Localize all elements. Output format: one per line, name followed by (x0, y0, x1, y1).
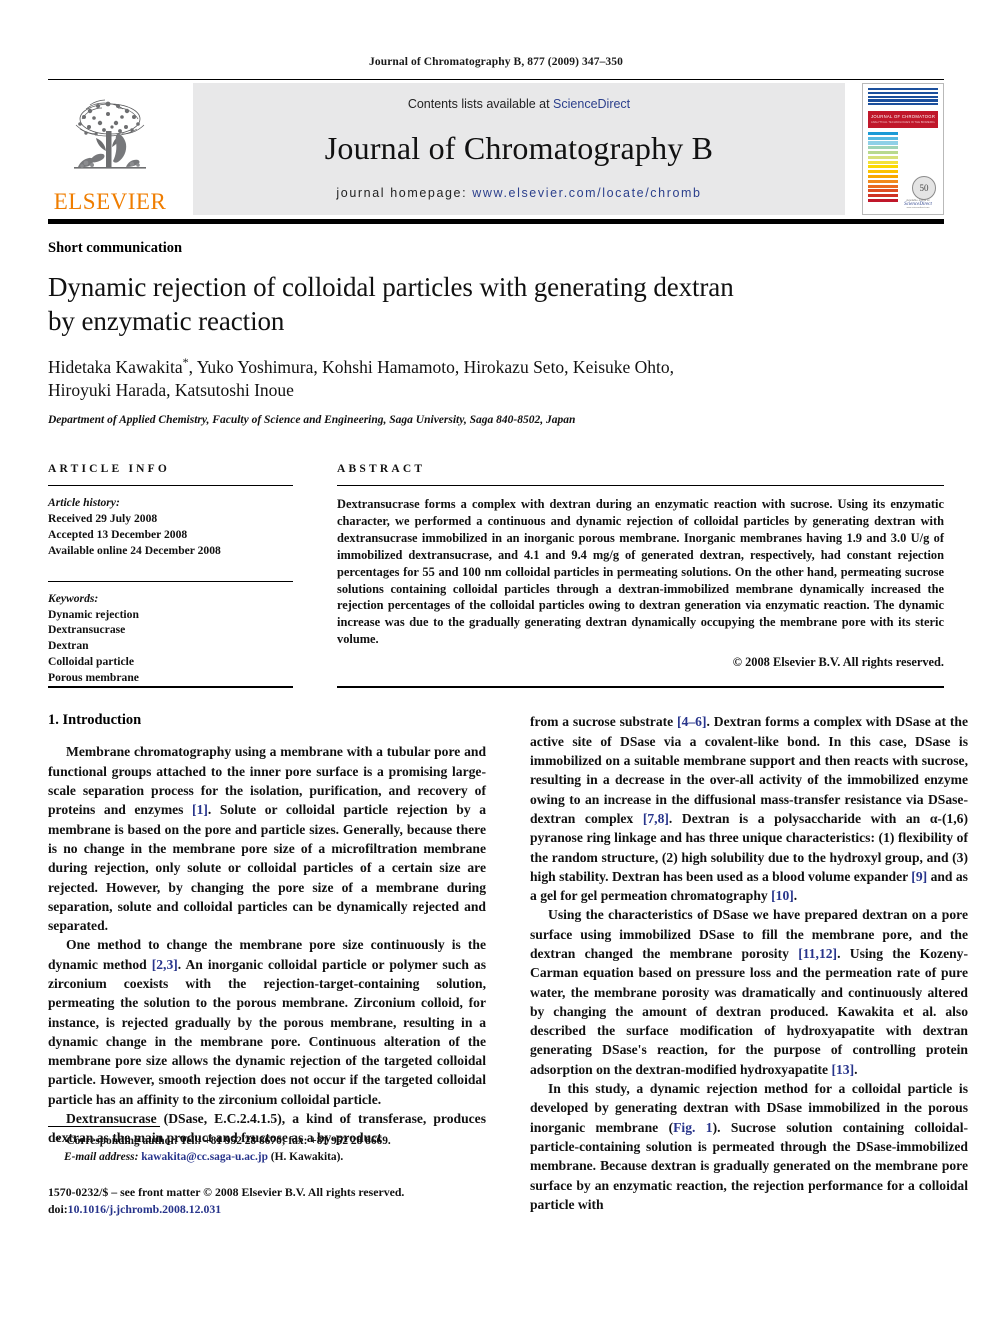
article-history-online: Available online 24 December 2008 (48, 543, 221, 557)
paragraph-text: In this study, a dynamic rejection metho… (530, 1081, 968, 1212)
paragraph-text: Using the characteristics of DSase we ha… (530, 907, 969, 1077)
paragraph-text: One method to change the membrane pore s… (48, 937, 486, 1107)
doi-link[interactable]: 10.1016/j.jchromb.2008.12.031 (68, 1202, 221, 1216)
abstract-rule-bottom (337, 686, 944, 689)
cover-sciencedirect-mark: Available online at ScienceDirect www.sc… (899, 199, 937, 209)
article-info-column: ARTICLE INFO Article history: Received 2… (48, 463, 293, 687)
elsevier-logo: ELSEVIER (48, 83, 172, 215)
abstract-rule-top (337, 484, 944, 486)
journal-masthead: ELSEVIER Contents lists available at Sci… (48, 83, 944, 215)
cover-red-band: JOURNAL OF CHROMATOGRAPHY B ANALYTICAL T… (868, 110, 938, 128)
colophon: 1570-0232/$ – see front matter © 2008 El… (48, 1184, 486, 1217)
cover-sd-url: www.sciencedirect.com (906, 207, 930, 209)
title-line-1: Dynamic rejection of colloidal particles… (48, 272, 734, 302)
sciencedirect-link[interactable]: ScienceDirect (553, 97, 630, 111)
journal-title: Journal of Chromatography B (324, 129, 714, 166)
keywords-label: Keywords: (48, 591, 99, 605)
issn-line: 1570-0232/$ – see front matter © 2008 El… (48, 1185, 405, 1200)
abstract-copyright: © 2008 Elsevier B.V. All rights reserved… (732, 655, 944, 670)
abstract-column: ABSTRACT Dextransucrase forms a complex … (337, 463, 944, 687)
paragraph: Using the characteristics of DSase we ha… (530, 905, 968, 1079)
abstract-text: Dextransucrase forms a complex with dext… (337, 496, 944, 647)
paragraph-text: Membrane chromatography using a membrane… (48, 744, 486, 934)
homepage-prefix: journal homepage: (336, 186, 473, 200)
author-first: Hidetaka Kawakita (48, 356, 183, 377)
anniversary-badge: 50 (912, 175, 936, 200)
keyword-item: Dynamic rejection (48, 607, 139, 621)
article-body: 1. Introduction Membrane chromatography … (48, 712, 968, 1217)
info-abstract-block: ARTICLE INFO Article history: Received 2… (48, 463, 944, 687)
keywords-block: Keywords: Dynamic rejection Dextransucra… (48, 591, 293, 687)
affiliation: Department of Applied Chemistry, Faculty… (48, 413, 576, 426)
journal-homepage-line: journal homepage: www.elsevier.com/locat… (336, 186, 701, 200)
footnote-block: * Corresponding author. Tel.: +81 952 28… (48, 1126, 486, 1217)
doi-label: doi: (48, 1201, 68, 1216)
keyword-item: Dextransucrase (48, 623, 126, 637)
paragraph: In this study, a dynamic rejection metho… (530, 1079, 968, 1214)
keyword-item: Colloidal particle (48, 655, 134, 669)
footnote-corresponding-text: Corresponding author. Tel.: +81 952 28 8… (66, 1135, 391, 1148)
paragraph: from a sucrose substrate [4–6]. Dextran … (530, 712, 968, 905)
author-list: Hidetaka Kawakita*, Yuko Yoshimura, Kohs… (48, 354, 944, 403)
article-history-label: Article history: (48, 495, 120, 509)
homepage-url-link[interactable]: www.elsevier.com/locate/chromb (472, 186, 701, 200)
elsevier-tree-icon (74, 99, 146, 169)
contents-lists-prefix: Contents lists available at (407, 97, 554, 111)
author-line-2: Hiroyuki Harada, Katsutoshi Inoue (48, 379, 294, 400)
page-title: Dynamic rejection of colloidal particles… (48, 271, 944, 339)
email-suffix: (H. Kawakita). (270, 1151, 344, 1164)
article-type: Short communication (48, 240, 183, 256)
article-info-rule-mid (48, 580, 293, 582)
masthead-top-rule (48, 79, 944, 80)
body-column-left: 1. Introduction Membrane chromatography … (48, 712, 486, 1217)
footnote-star: * (55, 1135, 61, 1148)
paper-page: Journal of Chromatography B, 877 (2009) … (0, 0, 992, 1323)
paragraph-text: from a sucrose substrate [4–6]. Dextran … (530, 714, 968, 904)
running-head: Journal of Chromatography B, 877 (2009) … (369, 56, 623, 68)
keyword-item: Porous membrane (48, 671, 139, 685)
paragraph: One method to change the membrane pore s… (48, 935, 486, 1109)
body-column-right: from a sucrose substrate [4–6]. Dextran … (530, 712, 968, 1217)
article-info-rule-top (48, 484, 293, 486)
email-note: E-mail address: kawakita@cc.saga-u.ac.jp… (48, 1150, 486, 1166)
author-rest-line-1: , Yuko Yoshimura, Kohshi Hamamoto, Hirok… (188, 356, 675, 377)
journal-cover-thumbnail: JOURNAL OF CHROMATOGRAPHY B ANALYTICAL T… (862, 83, 944, 215)
cover-body: 50 Available online at ScienceDirect www… (868, 131, 938, 210)
cover-title: JOURNAL OF CHROMATOGRAPHY B (871, 113, 935, 119)
contents-lists-line: Contents lists available at ScienceDirec… (408, 97, 630, 111)
cover-color-stripes (868, 131, 898, 210)
keyword-item: Dextran (48, 639, 89, 653)
section-heading-introduction: 1. Introduction (48, 712, 142, 729)
cover-top-bars (868, 88, 938, 107)
elsevier-wordmark: ELSEVIER (53, 189, 167, 214)
title-line-2: by enzymatic reaction (48, 305, 285, 336)
footnote-rule (48, 1126, 160, 1128)
email-link[interactable]: kawakita@cc.saga-u.ac.jp (141, 1151, 268, 1163)
doi-line: doi:10.1016/j.jchromb.2008.12.031 (48, 1201, 486, 1218)
article-info-rule-bottom (48, 686, 293, 689)
masthead-bottom-rule (48, 219, 944, 224)
corresponding-author-note: * Corresponding author. Tel.: +81 952 28… (48, 1134, 486, 1150)
article-history-received: Received 29 July 2008 (48, 511, 158, 525)
abstract-heading: ABSTRACT (337, 462, 426, 475)
cover-subtitle: ANALYTICAL TECHNOLOGIES IN THE BIOMEDICA… (871, 120, 935, 124)
paragraph: Membrane chromatography using a membrane… (48, 742, 486, 935)
journal-banner: Contents lists available at ScienceDirec… (193, 83, 845, 215)
info-abstract-bottom-rules (48, 686, 944, 689)
article-history-accepted: Accepted 13 December 2008 (48, 527, 188, 541)
article-info-heading: ARTICLE INFO (48, 462, 171, 475)
cover-right-area: 50 Available online at ScienceDirect www… (898, 132, 938, 210)
article-history: Article history: Received 29 July 2008 A… (48, 495, 293, 559)
email-label: E-mail address: (64, 1151, 139, 1164)
